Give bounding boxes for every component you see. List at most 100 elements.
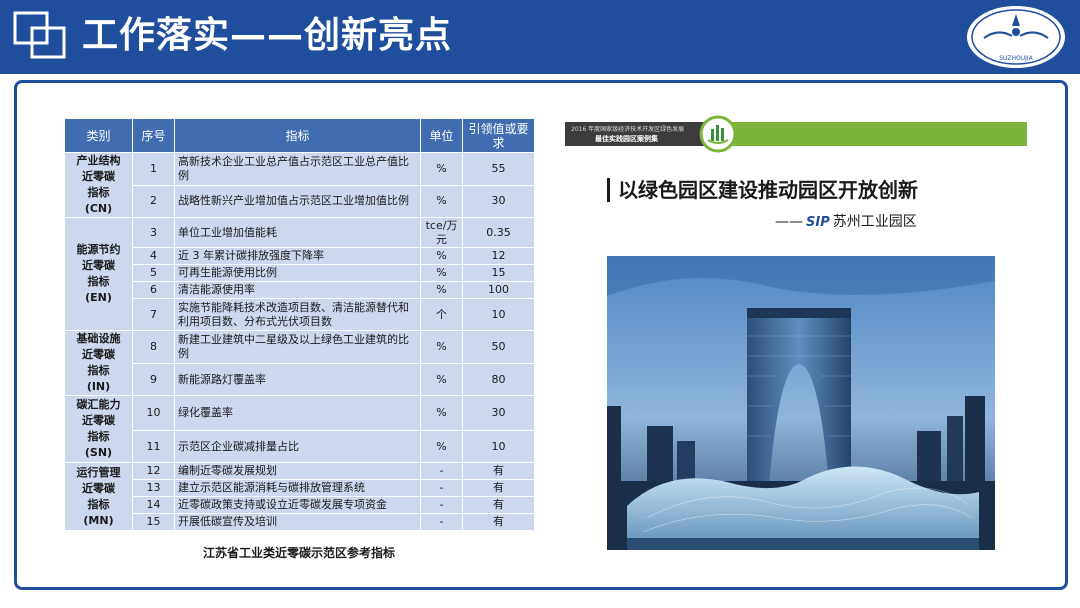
table-header-row: 类别 序号 指标 单位 引领值或要求 (64, 118, 535, 153)
table-row: 5 可再生能源使用比例% 15 (65, 264, 535, 282)
indicator-cell: 开展低碳宣传及培训 (174, 513, 421, 531)
unit-cell: % (420, 430, 463, 463)
indicator-cell: 近 3 年累计碳排放强度下降率 (174, 247, 421, 265)
indicator-cell: 单位工业增加值能耗 (174, 217, 421, 248)
value-cell: 0.35 (462, 217, 535, 248)
category-line: 能源节约 (76, 243, 121, 256)
category-line: 碳汇能力 (76, 398, 121, 411)
value-cell: 55 (462, 152, 535, 186)
category-line: 产业结构 (76, 154, 121, 167)
sip-logo-icon: SIP (806, 215, 830, 230)
value-cell: 10 (462, 298, 535, 331)
number-cell: 15 (132, 513, 175, 531)
city-skyline-photo (607, 256, 995, 550)
table-row: 产业结构 近零碳 指标 (CN) 1 高新技术企业工业总产值占示范区工业总产值比例% 55 (64, 152, 535, 218)
category-cell: 碳汇能力近零碳指标 (SN) (64, 395, 133, 463)
report-banner-dark: 2016 年度国家级经济技术开发区绿色发展 最佳实践园区案例集 (565, 122, 713, 146)
category-line: 近零碳 (82, 481, 115, 495)
table-row: 基础设施 近零碳 指标 (IN) 8 新建工业建筑中二星级及以上绿色工业建筑的比例% 50 (64, 330, 535, 396)
number-cell: 1 (132, 152, 175, 186)
col-header-number: 序号 (132, 118, 175, 153)
category-line: (MN) (83, 513, 114, 527)
report-line2: 最佳实践园区案例集 (595, 135, 658, 143)
report-line1: 2016 年度国家级经济技术开发区绿色发展 (571, 126, 685, 133)
number-cell: 9 (132, 363, 175, 396)
value-cell: 有 (462, 479, 535, 497)
category-line: 近零碳 (82, 170, 115, 183)
table-row: 能源节约 近零碳 指标 (EN) 3 单位工业增加值能耗 tce/万元 0.35 (64, 217, 535, 331)
category-line: 运行管理 (76, 465, 121, 479)
indicator-cell: 近零碳政策支持或设立近零碳发展专项资金 (174, 496, 421, 514)
number-cell: 6 (132, 281, 175, 299)
category-line: 指标 (87, 364, 110, 377)
unit-cell: % (420, 395, 463, 431)
value-cell: 15 (462, 264, 535, 282)
indicator-cell: 新能源路灯覆盖率 (174, 363, 421, 396)
value-cell: 有 (462, 513, 535, 531)
number-cell: 8 (132, 330, 175, 364)
green-leaf-emblem-icon (699, 115, 737, 153)
indicator-cell: 高新技术企业工业总产值占示范区工业总产值比例 (174, 152, 421, 186)
category-line: 指标 (87, 275, 110, 288)
number-cell: 12 (132, 462, 175, 480)
value-cell: 100 (462, 281, 535, 299)
category-line: 指标 (87, 430, 110, 443)
indicator-cell: 可再生能源使用比例 (174, 264, 421, 282)
number-cell: 10 (132, 395, 175, 431)
unit-cell: 个 (420, 298, 463, 331)
value-cell: 有 (462, 462, 535, 480)
value-cell: 有 (462, 496, 535, 514)
unit-cell: % (420, 247, 463, 265)
table-row: 6 清洁能源使用率% 100 (65, 281, 535, 299)
promo-subtitle: —— SIP 苏州工业园区 (775, 212, 917, 233)
category-line: 近零碳 (82, 348, 115, 361)
number-cell: 14 (132, 496, 175, 514)
promo-dash: —— (775, 214, 803, 230)
category-line: (IN) (86, 380, 111, 393)
indicator-cell: 清洁能源使用率 (174, 281, 421, 299)
unit-cell: - (420, 462, 463, 480)
category-cell: 能源节约 近零碳 指标 (EN) (64, 217, 133, 331)
unit-cell: % (420, 152, 463, 186)
number-cell: 11 (132, 430, 175, 463)
table-row: 4近 3 年累计碳排放强度下降率% 12 (65, 247, 535, 265)
overlapping-squares-logo-icon (13, 11, 66, 59)
value-cell: 10 (462, 430, 535, 463)
table-row: 14 近零碳政策支持或设立近零碳发展专项资金 - 有 (65, 496, 535, 514)
indicator-cell: 编制近零碳发展规划 (174, 462, 421, 480)
category-cell: 基础设施 近零碳 指标 (IN) (64, 330, 133, 396)
header-bar: 工作落实——创新亮点 SUZHOUJIA (0, 0, 1080, 74)
value-cell: 50 (462, 330, 535, 364)
category-cell: 产业结构 近零碳 指标 (CN) (64, 152, 133, 218)
category-line: 指标 (87, 497, 110, 511)
table-row: 碳汇能力 近零碳 指标 (SN) 10 绿化覆盖率% 30 (64, 395, 535, 463)
table-caption: 江苏省工业类近零碳示范区参考指标 (202, 546, 395, 560)
category-line: (SN) (84, 446, 113, 459)
promo-sub-text: 苏州工业园区 (832, 214, 917, 230)
col-header-unit: 单位 (420, 118, 463, 153)
indicator-cell: 建立示范区能源消耗与碳排放管理系统 (174, 479, 421, 497)
col-header-category: 类别 (64, 118, 133, 153)
unit-cell: - (420, 479, 463, 497)
university-emblem-icon: SUZHOUJIA (965, 4, 1067, 70)
unit-cell: - (420, 513, 463, 531)
table-row: 7 实施节能降耗技术改造项目数、清洁能源替代和利用项目数、分布式光伏项目数个 10 (65, 298, 535, 331)
number-cell: 7 (132, 298, 175, 331)
table-row: 运行管理 近零碳 指标 (MN) 12 编制近零碳发展规划 - 有 (64, 462, 535, 531)
category-line: 近零碳 (82, 414, 115, 427)
value-cell: 30 (462, 184, 535, 218)
indicator-table: 类别 序号 指标 单位 引领值或要求 产业结构 近零碳 指标 (CN) 1 高新技术企业工… (64, 118, 535, 531)
col-header-indicator: 指标 (174, 118, 421, 153)
promo-title: 以绿色园区建设推动园区开放创新 (607, 178, 918, 202)
indicator-cell: 绿化覆盖率 (174, 395, 421, 431)
report-banner-green (725, 122, 1027, 146)
category-line: (EN) (85, 291, 112, 304)
number-cell: 3 (132, 217, 175, 248)
category-line: (CN) (84, 202, 113, 215)
indicator-cell: 战略性新兴产业增加值占示范区工业增加值比例 (174, 184, 421, 218)
indicator-cell: 示范区企业碳减排量占比 (174, 430, 421, 463)
col-header-value: 引领值或要求 (462, 118, 535, 153)
value-cell: 30 (462, 395, 535, 431)
value-cell: 12 (462, 247, 535, 265)
table-body: 产业结构 近零碳 指标 (CN) 1 高新技术企业工业总产值占示范区工业总产值比例% 55 2… (64, 152, 535, 531)
